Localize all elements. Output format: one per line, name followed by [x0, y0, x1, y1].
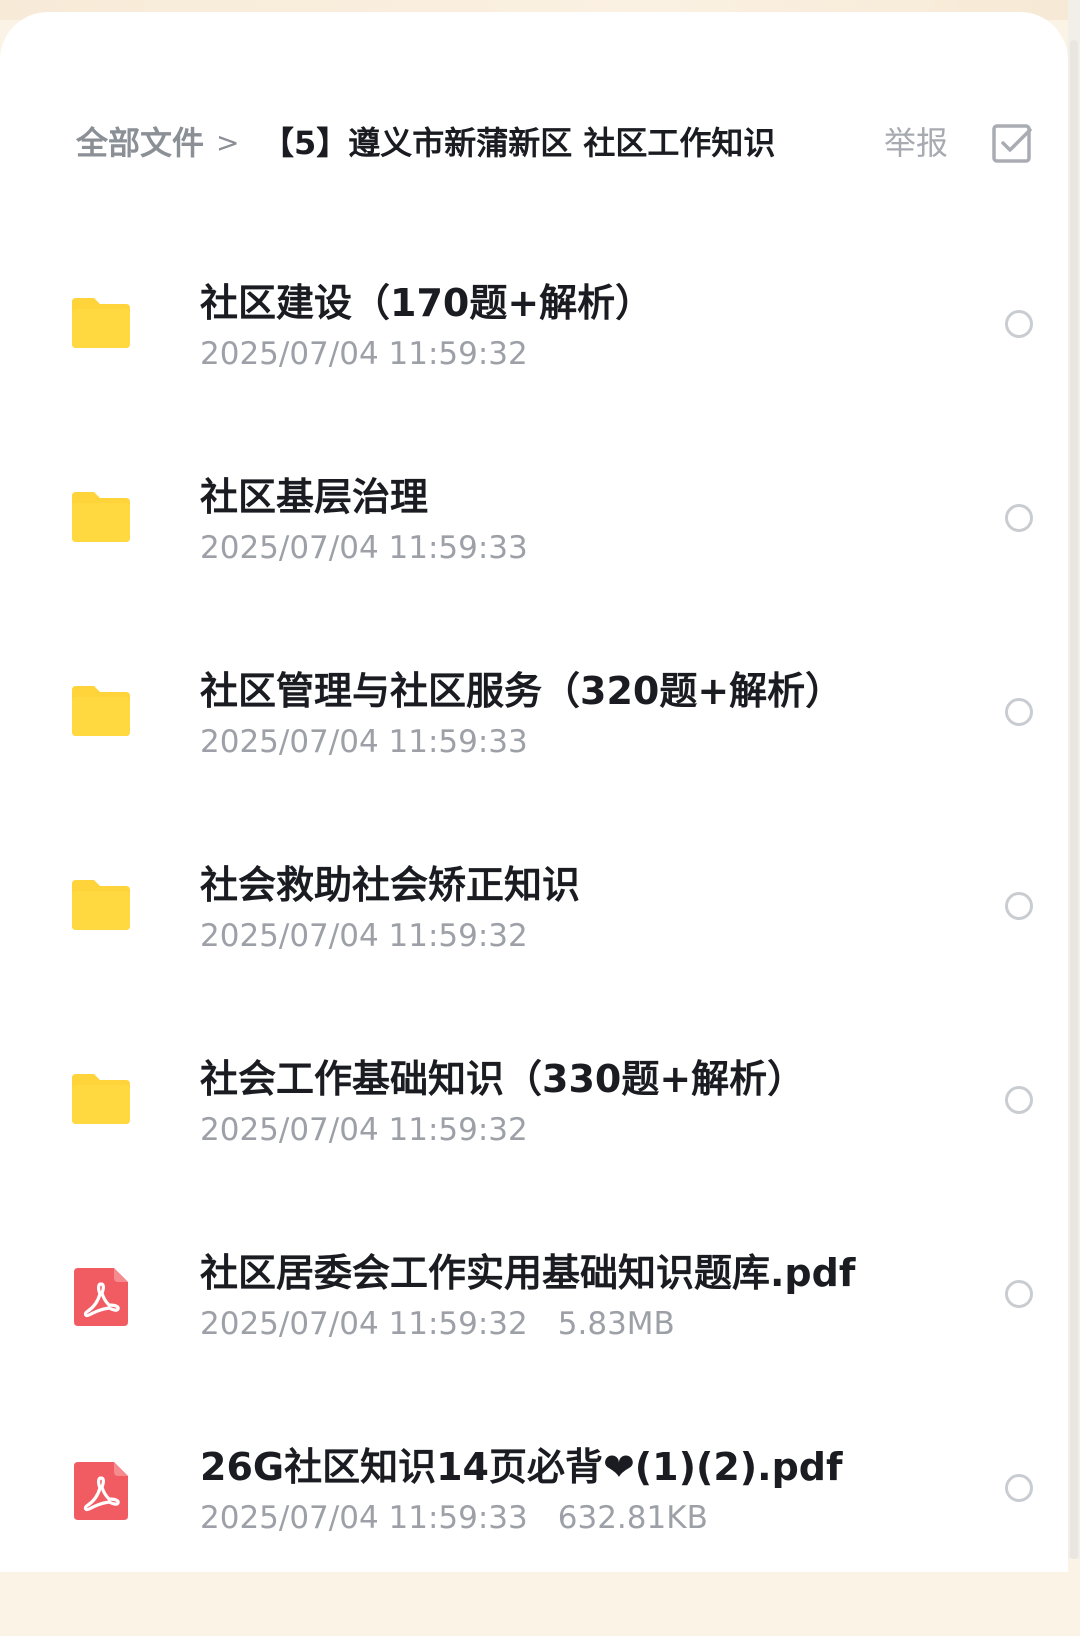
file-size: 5.83MB [557, 1306, 675, 1342]
breadcrumb-separator: > [216, 126, 240, 159]
breadcrumb-current: 【5】遵义市新蒲新区 社区工作知识 [262, 124, 776, 162]
file-row[interactable]: 社区管理与社区服务（320题+解析） 2025/07/04 11:59:33 [0, 666, 1068, 860]
folder-icon [68, 680, 134, 746]
file-row[interactable]: 社区居委会工作实用基础知识题库.pdf 2025/07/04 11:59:32 5… [0, 1248, 1068, 1442]
file-row[interactable]: 社会工作基础知识（330题+解析） 2025/07/04 11:59:32 [0, 1054, 1068, 1248]
folder-icon [68, 874, 134, 940]
file-name[interactable]: 社区居委会工作实用基础知识题库.pdf [200, 1248, 855, 1298]
folder-icon [68, 1068, 134, 1134]
file-meta: 2025/07/04 11:59:33 632.81KB [200, 1498, 708, 1538]
file-size: 632.81KB [557, 1500, 708, 1536]
folder-icon [68, 486, 134, 552]
file-row[interactable]: 社会救助社会矫正知识 2025/07/04 11:59:32 [0, 860, 1068, 1054]
select-radio[interactable] [1005, 698, 1033, 726]
file-meta: 2025/07/04 11:59:33 [200, 722, 528, 762]
report-button[interactable]: 举报 [884, 122, 948, 164]
file-name[interactable]: 26G社区知识14页必背❤(1)(2).pdf [200, 1442, 843, 1492]
file-date: 2025/07/04 11:59:32 [200, 918, 528, 954]
file-date: 2025/07/04 11:59:33 [200, 724, 528, 760]
file-row[interactable]: 社区基层治理 2025/07/04 11:59:33 [0, 472, 1068, 666]
file-row[interactable]: 社区建设（170题+解析） 2025/07/04 11:59:32 [0, 278, 1068, 472]
pdf-icon [68, 1458, 134, 1524]
select-radio[interactable] [1005, 504, 1033, 532]
file-date: 2025/07/04 11:59:32 [200, 336, 528, 372]
file-name[interactable]: 社区基层治理 [200, 472, 428, 522]
file-name[interactable]: 社会救助社会矫正知识 [200, 860, 580, 910]
file-meta: 2025/07/04 11:59:33 [200, 528, 528, 568]
file-meta: 2025/07/04 11:59:32 [200, 916, 528, 956]
select-radio[interactable] [1005, 1280, 1033, 1308]
file-date: 2025/07/04 11:59:32 [200, 1112, 528, 1148]
file-date: 2025/07/04 11:59:33 [200, 530, 528, 566]
file-name[interactable]: 社会工作基础知识（330题+解析） [200, 1054, 805, 1104]
select-radio[interactable] [1005, 1086, 1033, 1114]
file-date: 2025/07/04 11:59:32 [200, 1306, 528, 1342]
pdf-icon [68, 1264, 134, 1330]
file-meta: 2025/07/04 11:59:32 5.83MB [200, 1304, 675, 1344]
select-radio[interactable] [1005, 892, 1033, 920]
file-meta: 2025/07/04 11:59:32 [200, 334, 528, 374]
file-date: 2025/07/04 11:59:33 [200, 1500, 528, 1536]
file-name[interactable]: 社区管理与社区服务（320题+解析） [200, 666, 843, 716]
file-name[interactable]: 社区建设（170题+解析） [200, 278, 653, 328]
scrollbar[interactable] [1070, 40, 1078, 1559]
checkbox-select-icon[interactable] [990, 122, 1034, 166]
file-row[interactable]: 26G社区知识14页必背❤(1)(2).pdf 2025/07/04 11:59… [0, 1442, 1068, 1636]
breadcrumb-root[interactable]: 全部文件 [76, 122, 204, 164]
select-radio[interactable] [1005, 310, 1033, 338]
select-radio[interactable] [1005, 1474, 1033, 1502]
file-meta: 2025/07/04 11:59:32 [200, 1110, 528, 1150]
folder-icon [68, 292, 134, 358]
